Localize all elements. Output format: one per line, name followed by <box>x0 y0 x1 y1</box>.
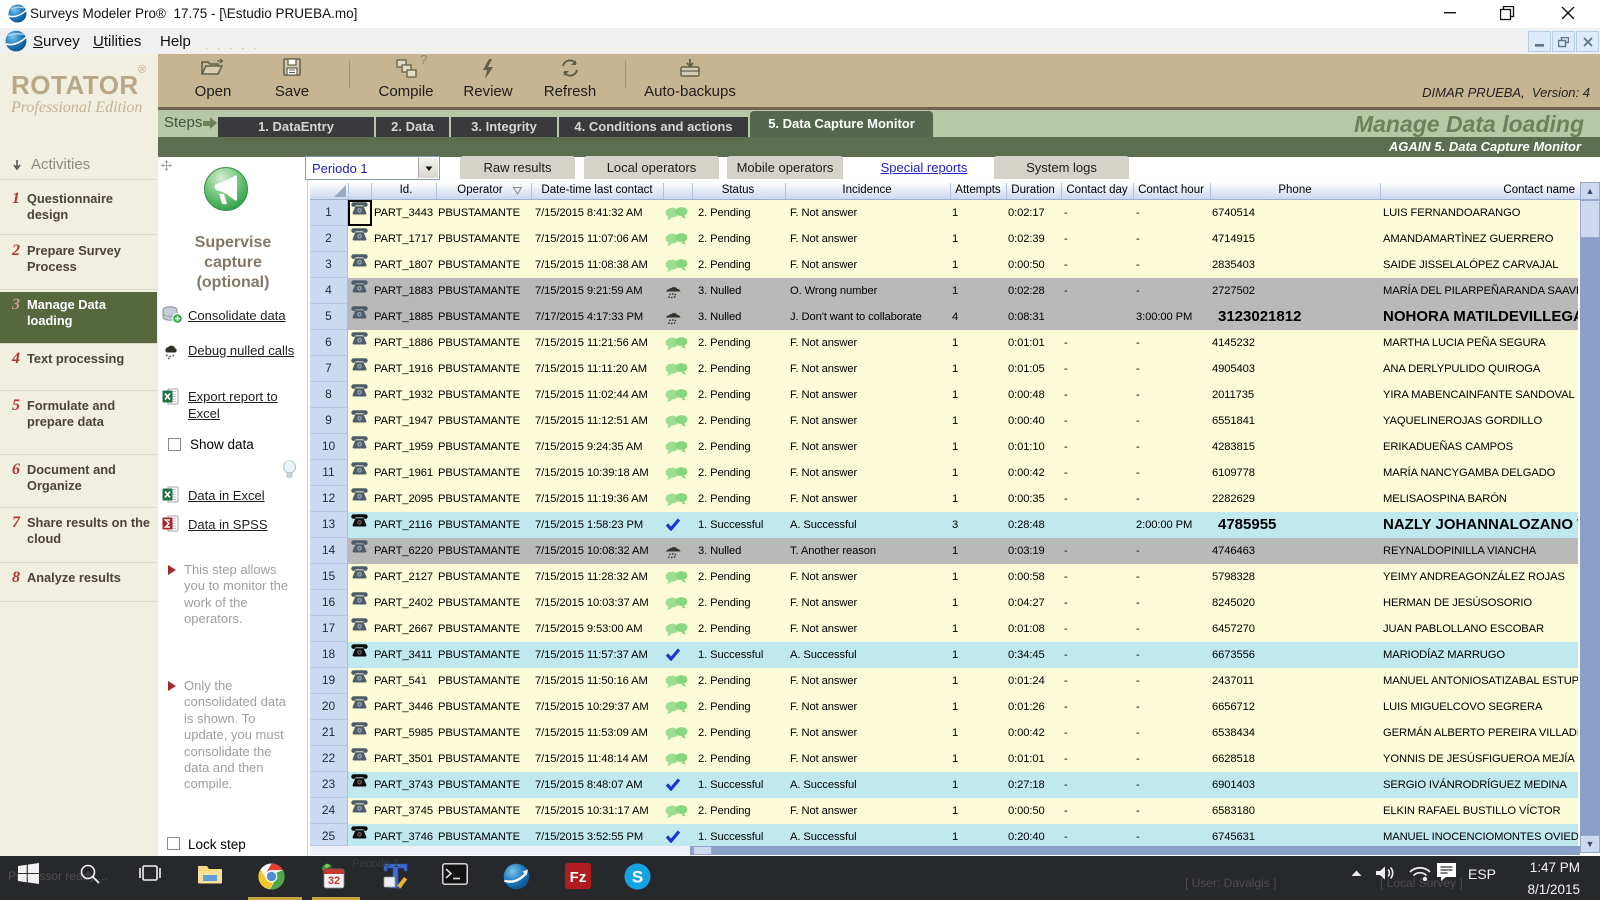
svg-text:S: S <box>632 868 643 887</box>
svg-text:Fz: Fz <box>570 869 587 886</box>
svg-text:32: 32 <box>328 875 340 887</box>
